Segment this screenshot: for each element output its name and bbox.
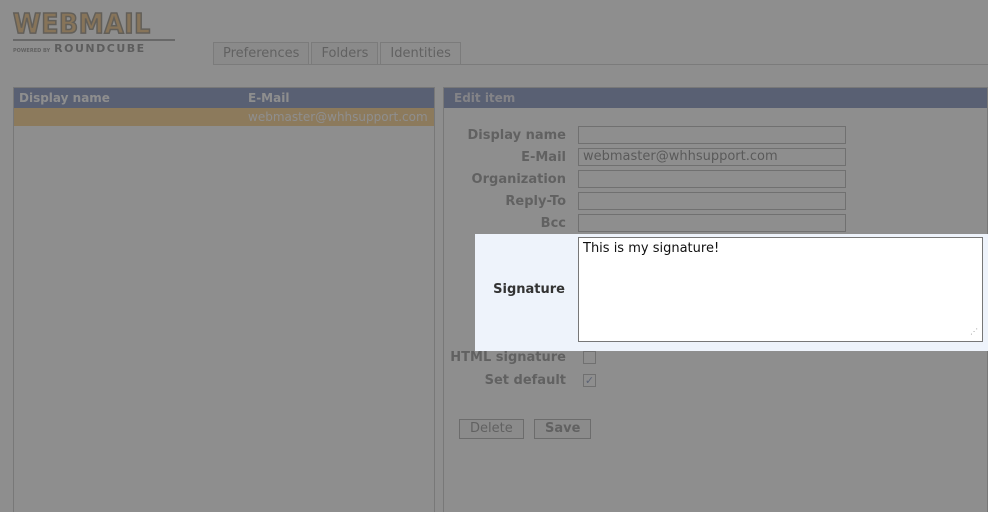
- identity-row[interactable]: webmaster@whhsupport.com: [14, 108, 434, 126]
- roundcube-logo: WEBMAIL powered by ROUNDCUBE: [12, 7, 175, 55]
- organization-input[interactable]: [578, 170, 846, 188]
- reply-to-label: Reply-To: [505, 194, 566, 209]
- signature-label: Signature: [493, 282, 565, 297]
- column-header-display-name[interactable]: Display name: [14, 91, 248, 105]
- column-header-email[interactable]: E-Mail: [248, 91, 289, 105]
- identities-list: Display name E-Mail webmaster@whhsupport…: [13, 87, 435, 512]
- tab-identities[interactable]: Identities: [380, 42, 461, 65]
- set-default-checkbox[interactable]: ✓: [583, 374, 596, 387]
- bcc-label: Bcc: [540, 216, 566, 231]
- organization-label: Organization: [471, 172, 566, 187]
- html-signature-label: HTML signature: [450, 350, 566, 365]
- edit-panel-title: Edit item: [444, 88, 987, 108]
- html-signature-checkbox[interactable]: [583, 351, 596, 364]
- save-button[interactable]: Save: [534, 419, 592, 439]
- checkmark-icon: ✓: [584, 374, 595, 387]
- signature-highlight: Signature This is my signature! ⋰: [475, 234, 988, 351]
- tab-preferences[interactable]: Preferences: [213, 42, 310, 65]
- signature-text: This is my signature!: [583, 241, 720, 256]
- logo-webmail-text: WEBMAIL: [12, 7, 151, 40]
- delete-button[interactable]: Delete: [459, 419, 524, 439]
- display-name-input[interactable]: [578, 126, 846, 144]
- logo-powered-text: powered by: [13, 48, 51, 54]
- list-header: Display name E-Mail: [14, 88, 434, 108]
- email-input[interactable]: webmaster@whhsupport.com: [578, 148, 846, 166]
- display-name-label: Display name: [467, 128, 566, 143]
- reply-to-input[interactable]: [578, 192, 846, 210]
- identity-row-email: webmaster@whhsupport.com: [248, 110, 428, 124]
- tab-folders[interactable]: Folders: [311, 42, 379, 65]
- logo-subline: powered by ROUNDCUBE: [13, 39, 175, 55]
- bcc-input[interactable]: [578, 214, 846, 232]
- set-default-label: Set default: [484, 373, 566, 388]
- signature-textarea[interactable]: This is my signature! ⋰: [578, 237, 983, 342]
- email-label: E-Mail: [521, 150, 566, 165]
- settings-tabs: Preferences Folders Identities: [213, 42, 461, 65]
- logo-brand-text: ROUNDCUBE: [54, 42, 146, 55]
- tab-divider: [213, 64, 988, 65]
- resize-grip-icon[interactable]: ⋰: [968, 328, 978, 338]
